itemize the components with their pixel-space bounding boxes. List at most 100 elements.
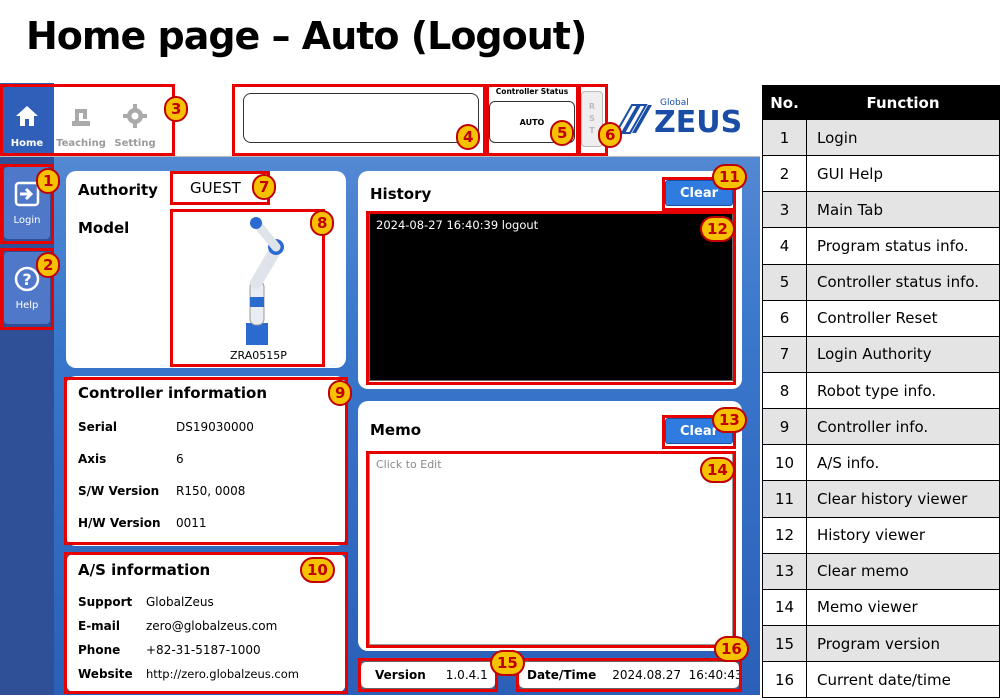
- table-cell-function: Controller status info.: [806, 263, 1000, 301]
- as-phone-value: +82-31-5187-1000: [146, 643, 261, 657]
- controller-info-title: Controller information: [78, 384, 268, 402]
- marker-14: 14: [700, 457, 735, 483]
- marker-11: 11: [712, 164, 747, 190]
- table-cell-no: 13: [762, 552, 807, 590]
- reset-letter: T: [589, 126, 595, 135]
- table-row: 6 Controller Reset: [762, 299, 1000, 337]
- kv-key: Serial: [78, 420, 118, 434]
- kv-key: Axis: [78, 452, 107, 466]
- as-phone-row: Phone: [78, 643, 120, 657]
- table-cell-no: 3: [762, 191, 807, 229]
- datetime-value: 2024.08.27 16:40:43: [612, 668, 743, 682]
- table-cell-function: Main Tab: [806, 191, 1000, 229]
- tab-label: Home: [10, 138, 44, 149]
- global-zeus-logo: Global ZEUS: [612, 95, 742, 141]
- home-icon: [13, 102, 41, 130]
- as-support-row: Support: [78, 595, 132, 609]
- table-cell-no: 4: [762, 227, 807, 265]
- robot-arm-icon: [67, 102, 95, 130]
- table-cell-no: 2: [762, 155, 807, 193]
- program-status-display: [243, 93, 479, 143]
- table-row: 1 Login: [762, 118, 1000, 157]
- controller-info-card: Controller information Serial DS19030000…: [66, 376, 346, 546]
- table-cell-no: 1: [762, 118, 807, 157]
- table-cell-function: Program version: [806, 624, 1000, 663]
- tab-label: Setting: [114, 138, 156, 149]
- kv-key: S/W Version: [78, 484, 160, 498]
- tab-label: Teaching: [56, 138, 106, 149]
- tab-home[interactable]: Home: [0, 83, 54, 155]
- as-website-value: http://zero.globalzeus.com: [146, 667, 299, 681]
- table-row: 14 Memo viewer: [762, 588, 1000, 626]
- table-cell-function: Clear memo: [806, 552, 1000, 590]
- table-row: 8 Robot type info.: [762, 371, 1000, 410]
- reset-letter: R: [588, 102, 596, 111]
- kv-key: Website: [78, 667, 133, 681]
- table-row: 2 GUI Help: [762, 155, 1000, 193]
- marker-6: 6: [598, 122, 623, 148]
- table-cell-no: 5: [762, 263, 807, 301]
- as-email-value: zero@globalzeus.com: [146, 619, 278, 633]
- version-label: Version: [375, 668, 426, 682]
- table-cell-function: Memo viewer: [806, 588, 1000, 626]
- as-email-row: E-mail: [78, 619, 120, 633]
- table-row: 16 Current date/time: [762, 661, 1000, 699]
- controller-serial-row: Serial: [78, 420, 117, 434]
- kv-key: H/W Version: [78, 516, 161, 530]
- table-row: 4 Program status info.: [762, 227, 1000, 265]
- marker-4: 4: [456, 124, 481, 150]
- marker-13: 13: [712, 407, 747, 433]
- table-header-row: No. Function: [762, 85, 1000, 120]
- table-cell-function: A/S info.: [806, 444, 1000, 482]
- table-cell-no: 6: [762, 299, 807, 337]
- version-display: Version 1.0.4.1: [360, 661, 496, 689]
- table-row: 11 Clear history viewer: [762, 480, 1000, 518]
- table-cell-no: 9: [762, 408, 807, 446]
- login-label: Login: [13, 214, 41, 226]
- logo-main-text: ZEUS: [654, 105, 743, 140]
- table-row: 15 Program version: [762, 624, 1000, 663]
- kv-key: Support: [78, 595, 133, 609]
- table-cell-function: Clear history viewer: [806, 480, 1000, 518]
- table-cell-function: Login Authority: [806, 335, 1000, 373]
- marker-12: 12: [700, 216, 735, 242]
- model-label: Model: [78, 219, 130, 237]
- controller-status-label: Controller Status: [495, 87, 569, 96]
- table-cell-function: Program status info.: [806, 227, 1000, 265]
- tab-teaching[interactable]: Teaching: [54, 83, 108, 155]
- controller-axis-row: Axis: [78, 452, 106, 466]
- marker-16: 16: [714, 636, 749, 662]
- table-cell-function: History viewer: [806, 516, 1000, 554]
- table-row: 9 Controller info.: [762, 408, 1000, 446]
- controller-hw-value: 0011: [176, 516, 207, 530]
- table-cell-no: 15: [762, 624, 807, 663]
- marker-3: 3: [164, 96, 189, 122]
- table-cell-function: Controller Reset: [806, 299, 1000, 337]
- table-cell-function: Login: [806, 118, 1000, 157]
- table-cell-no: 11: [762, 480, 807, 518]
- datetime-display: Date/Time 2024.08.27 16:40:43: [518, 661, 743, 689]
- help-label: Help: [15, 299, 39, 311]
- table-header-no: No.: [762, 85, 807, 120]
- table-header-function: Function: [806, 85, 1000, 120]
- robot-arm-image: [246, 217, 284, 345]
- table-cell-function: Controller info.: [806, 408, 1000, 446]
- table-cell-no: 14: [762, 588, 807, 626]
- table-cell-function: Current date/time: [806, 661, 1000, 699]
- table-cell-no: 12: [762, 516, 807, 554]
- authority-label: Authority: [78, 181, 158, 199]
- table-cell-no: 10: [762, 444, 807, 482]
- history-entry: 2024-08-27 16:40:39 logout: [376, 218, 539, 232]
- version-value: 1.0.4.1: [445, 668, 488, 682]
- kv-key: Phone: [78, 643, 121, 657]
- marker-15: 15: [490, 650, 525, 676]
- authority-model-card: Authority GUEST Model ZRA0515P: [66, 171, 346, 368]
- table-row: 10 A/S info.: [762, 444, 1000, 482]
- tab-setting[interactable]: Setting: [108, 83, 162, 155]
- marker-9: 9: [328, 380, 353, 406]
- history-viewer[interactable]: 2024-08-27 16:40:39 logout: [369, 213, 733, 381]
- table-row: 7 Login Authority: [762, 335, 1000, 373]
- table-cell-no: 16: [762, 661, 807, 699]
- memo-viewer[interactable]: Click to Edit: [369, 453, 733, 645]
- app-screen: Home Teaching Setting Controller Status …: [0, 83, 760, 695]
